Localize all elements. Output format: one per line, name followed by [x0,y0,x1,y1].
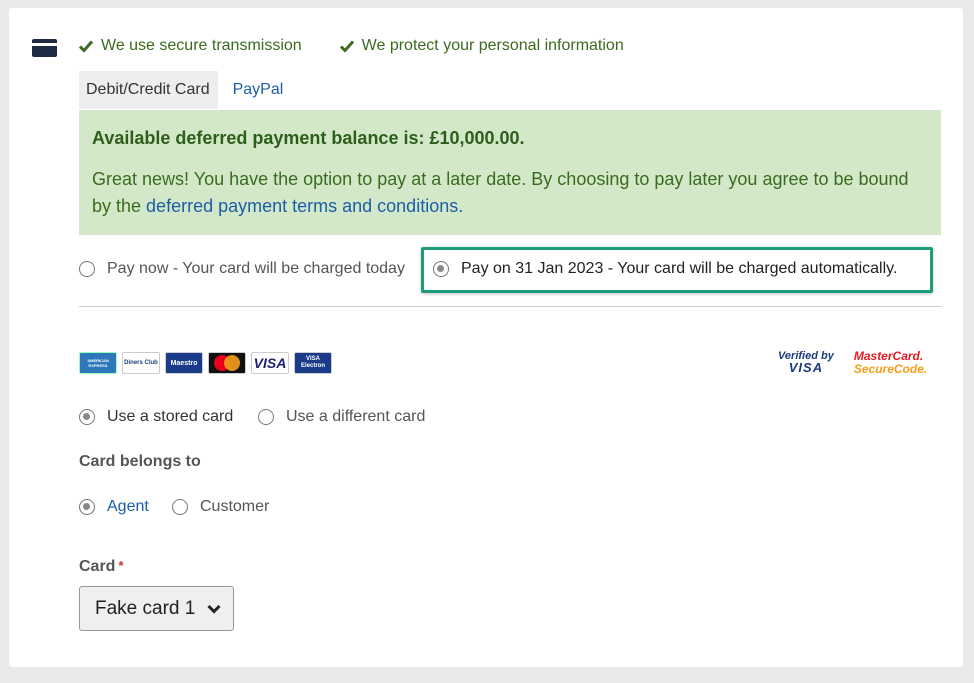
customer-radio[interactable] [172,499,188,515]
checkmark-icon [339,40,354,53]
vbv-line2: VISA [788,360,824,375]
amex-icon: AMERICAN EXPRESS [79,352,117,374]
verified-by-visa-logo: Verified by VISA [778,350,834,376]
credit-card-icon [32,39,57,57]
use-different-card-option[interactable]: Use a different card [258,408,425,426]
required-marker: * [118,558,124,573]
deferred-balance-title: Available deferred payment balance is: £… [92,128,525,148]
visa-icon: VISA [251,352,289,374]
tab-debit-credit-card[interactable]: Debit/Credit Card [79,71,218,109]
use-stored-card-label: Use a stored card [107,408,234,425]
use-stored-card-radio[interactable] [79,409,95,425]
visa-electron-icon: VISA Electron [294,352,332,374]
diners-club-icon: Diners Club [122,352,160,374]
customer-label: Customer [200,498,270,515]
agent-label: Agent [107,498,149,515]
protect-info-item: We protect your personal information [339,37,624,55]
pay-later-option[interactable]: Pay on 31 Jan 2023 - Your card will be c… [433,260,897,278]
pay-now-label: Pay now - Your card will be charged toda… [107,260,405,277]
agent-option[interactable]: Agent [79,498,149,516]
mcsc-line2: SecureCode. [853,362,928,376]
chevron-down-icon [207,604,221,614]
secure-transmission-item: We use secure transmission [79,37,302,55]
accepted-card-logos: AMERICAN EXPRESS Diners Club Maestro VIS… [79,352,332,374]
card-belongs-to-label: Card belongs to [79,453,201,470]
use-stored-card-option[interactable]: Use a stored card [79,408,233,426]
tab-paypal[interactable]: PayPal [218,71,292,109]
checkmark-icon [79,40,93,53]
maestro-icon: Maestro [165,352,203,374]
deferred-terms-link[interactable]: deferred payment terms and conditions. [146,196,463,216]
mastercard-securecode-logo: MasterCard. SecureCode. [854,350,927,376]
deferred-payment-text: Great news! You have the option to pay a… [92,166,928,220]
pay-later-radio[interactable] [433,261,449,277]
card-select-value: Fake card 1 [95,597,196,619]
security-assurances: We use secure transmission We protect yo… [79,37,624,55]
pay-now-option[interactable]: Pay now - Your card will be charged toda… [79,260,405,278]
pay-later-label: Pay on 31 Jan 2023 - Your card will be c… [461,260,898,277]
pay-now-radio[interactable] [79,261,95,277]
protect-info-text: We protect your personal information [361,37,624,54]
agent-radio[interactable] [79,499,95,515]
deferred-payment-notice: Available deferred payment balance is: £… [79,110,941,235]
section-divider [79,306,941,307]
payment-method-tabs: Debit/Credit Card PayPal [79,71,291,109]
card-label-text: Card [79,558,116,575]
use-different-card-radio[interactable] [258,409,274,425]
card-field-label: Card * [79,558,124,576]
card-select[interactable]: Fake card 1 [79,586,234,631]
use-different-card-label: Use a different card [286,408,426,425]
security-scheme-logos: Verified by VISA MasterCard. SecureCode. [778,350,927,376]
secure-transmission-text: We use secure transmission [101,37,302,54]
mastercard-icon [208,352,246,374]
customer-option[interactable]: Customer [172,498,269,516]
